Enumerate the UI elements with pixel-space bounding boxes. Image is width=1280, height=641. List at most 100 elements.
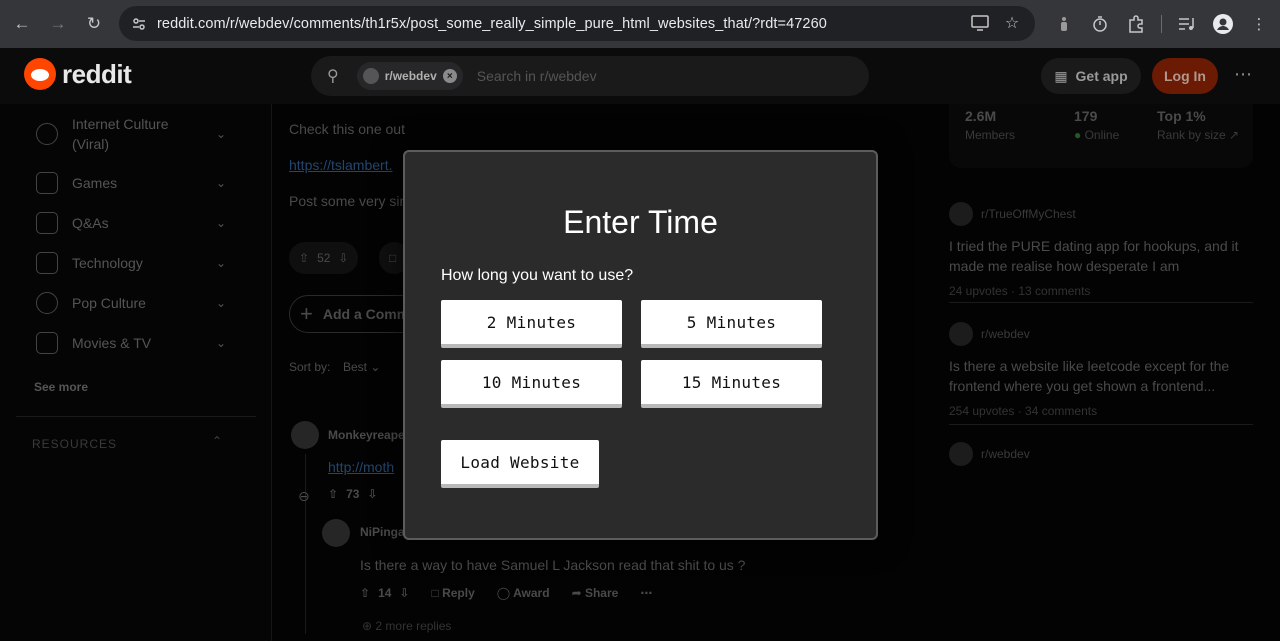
post-meta: 24 upvotes · 13 comments <box>949 284 1091 298</box>
subreddit-name: r/webdev <box>981 327 1030 341</box>
sidebar-item-qas[interactable]: Q&As ⌄ <box>36 212 236 234</box>
sidebar-item-pop-culture[interactable]: Pop Culture ⌄ <box>36 292 236 314</box>
toolbar-divider <box>1161 15 1162 33</box>
left-sidebar: Internet Culture (Viral) ⌄ Games ⌄ Q&As ⌄… <box>0 104 272 641</box>
post-subreddit[interactable]: r/TrueOffMyChest <box>949 202 1249 226</box>
comment-vote-count: 73 <box>346 487 360 501</box>
ten-minutes-button[interactable]: 10 Minutes <box>441 360 622 408</box>
subreddit-avatar <box>949 442 973 466</box>
load-website-button[interactable]: Load Website <box>441 440 599 488</box>
fifteen-minutes-button[interactable]: 15 Minutes <box>641 360 822 408</box>
stat-label-row: Rank by size ↗ <box>1157 128 1239 142</box>
comment-link[interactable]: https://tslambert. <box>289 157 392 173</box>
reply-avatar[interactable] <box>322 519 350 547</box>
thread-line[interactable] <box>305 454 306 634</box>
downvote-icon[interactable]: ⇩ <box>399 586 409 600</box>
reply-author[interactable]: NiPinga <box>360 525 405 539</box>
five-minutes-button[interactable]: 5 Minutes <box>641 300 822 348</box>
question-icon <box>36 212 58 234</box>
smile-icon <box>36 123 58 145</box>
profile-icon[interactable] <box>1208 9 1238 39</box>
two-minutes-button[interactable]: 2 Minutes <box>441 300 622 348</box>
chevron-down-icon: ⌄ <box>215 127 226 141</box>
subreddit-chip[interactable]: r/webdev × <box>356 62 463 90</box>
commenter-link[interactable]: http://moth <box>328 459 394 475</box>
more-icon[interactable]: ⋯ <box>640 586 652 600</box>
recent-post[interactable]: r/TrueOffMyChest I tried the PURE dating… <box>949 202 1249 298</box>
share-label: Share <box>584 586 619 600</box>
star-icon <box>36 292 58 314</box>
logo-text: reddit <box>62 58 132 89</box>
timer-icon[interactable] <box>1085 9 1115 39</box>
collapse-icon[interactable]: ⊖ <box>298 488 310 505</box>
recent-post[interactable]: r/webdev <box>949 442 1249 466</box>
more-replies-link[interactable]: ⊕ 2 more replies <box>362 619 451 633</box>
bookmark-star-icon[interactable]: ☆ <box>1001 12 1023 34</box>
search-bar[interactable]: ⚲ r/webdev × Search in r/webdev <box>311 56 869 96</box>
browser-toolbar: ← → ↻ reddit.com/r/webdev/comments/th1r5… <box>0 0 1280 48</box>
sort-by-label: Sort by: <box>289 360 331 374</box>
sidebar-item-technology[interactable]: Technology ⌄ <box>36 252 236 274</box>
downvote-icon[interactable]: ⇩ <box>367 487 377 501</box>
subreddit-name: r/webdev <box>981 447 1030 461</box>
login-button[interactable]: Log In <box>1152 58 1218 94</box>
rank-stat[interactable]: Top 1% Rank by size ↗ <box>1157 108 1239 142</box>
post-subreddit[interactable]: r/webdev <box>949 442 1249 466</box>
comment-actions: ⇧ 73 ⇩ <box>328 487 377 501</box>
online-stat: 179 ● Online <box>1074 108 1119 142</box>
stat-label: Members <box>965 128 1016 142</box>
address-bar[interactable]: reddit.com/r/webdev/comments/th1r5x/post… <box>119 6 1035 41</box>
reddit-logo[interactable]: reddit <box>24 58 132 90</box>
install-app-icon[interactable] <box>969 12 991 34</box>
post-meta: 254 upvotes · 34 comments <box>949 404 1098 418</box>
award-button[interactable]: ◯ Award <box>497 586 550 600</box>
chip-close-icon[interactable]: × <box>442 69 457 83</box>
reload-icon[interactable]: ↻ <box>76 6 112 42</box>
add-comment-label: Add a Comm <box>322 306 410 322</box>
see-more-link[interactable]: See more <box>34 380 88 394</box>
downvote-icon[interactable]: ⇩ <box>338 251 348 265</box>
subreddit-name: r/TrueOffMyChest <box>981 207 1076 221</box>
chrome-menu-icon[interactable]: ⋮ <box>1244 9 1274 39</box>
resources-heading[interactable]: RESOURCES <box>32 437 117 451</box>
sidebar-item-label: Pop Culture <box>72 295 146 311</box>
comment-icon: □ <box>389 251 397 265</box>
sidebar-item-movies-tv[interactable]: Movies & TV ⌄ <box>36 332 236 354</box>
chevron-down-icon: ⌄ <box>215 176 226 190</box>
vote-pill: ⇧ 52 ⇩ <box>289 242 359 274</box>
upvote-icon[interactable]: ⇧ <box>360 586 370 600</box>
upvote-icon[interactable]: ⇧ <box>299 251 309 265</box>
reply-button[interactable]: □ Reply <box>431 586 474 600</box>
forward-icon[interactable]: → <box>40 6 76 42</box>
commenter-name[interactable]: Monkeyreape <box>328 428 405 442</box>
media-control-icon[interactable] <box>1172 9 1202 39</box>
post-title[interactable]: Is there a website like leetcode except … <box>949 356 1249 396</box>
upvote-icon[interactable]: ⇧ <box>328 487 338 501</box>
get-app-button[interactable]: ▦ Get app <box>1041 58 1141 94</box>
sidebar-item-label: Movies & TV <box>72 335 152 351</box>
subreddit-avatar <box>949 322 973 346</box>
chevron-up-icon[interactable]: ⌃ <box>212 434 222 448</box>
recent-post[interactable]: r/webdev Is there a website like leetcod… <box>949 322 1249 418</box>
post-title[interactable]: I tried the PURE dating app for hookups,… <box>949 236 1249 276</box>
url-text[interactable]: reddit.com/r/webdev/comments/th1r5x/post… <box>157 16 827 32</box>
sidebar-item-internet-culture[interactable]: Internet Culture (Viral) ⌄ <box>36 114 236 154</box>
gamepad-icon <box>36 172 58 194</box>
sort-value: Best <box>343 360 368 374</box>
external-link-icon: ↗ <box>1229 128 1240 142</box>
sidebar-item-label-2: (Viral) <box>72 136 110 152</box>
more-options-icon[interactable]: ⋯ <box>1234 64 1253 85</box>
stat-value: 179 <box>1074 108 1098 124</box>
stat-value: Top 1% <box>1157 108 1206 124</box>
back-icon[interactable]: ← <box>4 6 40 42</box>
enter-time-modal: Enter Time How long you want to use? 2 M… <box>403 150 878 540</box>
extensions-puzzle-icon[interactable] <box>1121 9 1151 39</box>
sidebar-item-games[interactable]: Games ⌄ <box>36 172 236 194</box>
post-subreddit[interactable]: r/webdev <box>949 322 1249 346</box>
sort-dropdown[interactable]: Best ⌄ <box>343 360 380 374</box>
site-settings-icon[interactable] <box>127 12 151 36</box>
extension-icon-1[interactable] <box>1049 9 1079 39</box>
commenter-avatar[interactable] <box>291 421 319 449</box>
right-sidebar: 2.6M Members 179 ● Online Top 1% Rank by… <box>932 104 1280 641</box>
share-button[interactable]: ➦ Share <box>572 586 619 600</box>
